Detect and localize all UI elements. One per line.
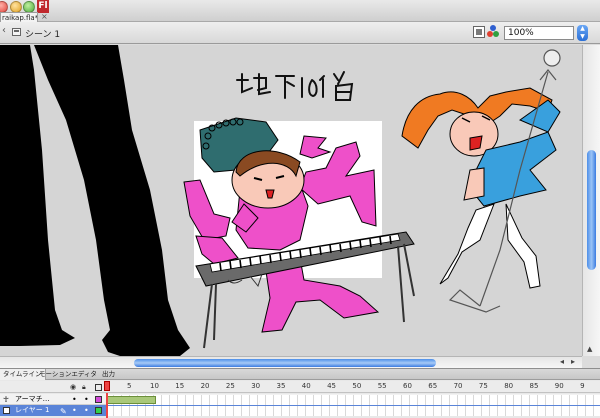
document-tab[interactable]: raikap.fla*: [0, 12, 38, 22]
singer-character-drawing[interactable]: [401, 49, 561, 313]
horizontal-scroll-thumb[interactable]: [134, 359, 436, 367]
frame-number-label: 90: [554, 382, 564, 390]
frame-ruler[interactable]: 1510152025303540455055606570758085909: [0, 381, 600, 393]
layer-icon: [3, 407, 10, 414]
black-legs-drawing[interactable]: [0, 45, 190, 356]
vertical-scrollbar[interactable]: ▲: [582, 45, 600, 356]
layer-name[interactable]: アーマチ…: [15, 394, 50, 405]
scene-label[interactable]: シーン 1: [25, 27, 60, 40]
frame-number-label: 85: [529, 382, 539, 390]
pencil-icon: ✎: [60, 407, 67, 416]
tab-output[interactable]: 出力: [99, 369, 118, 380]
layer-outline-color-swatch[interactable]: [95, 407, 102, 414]
timeline-header: ◉ 🔒︎ 15101520253035404550556065707580859…: [0, 381, 600, 393]
frame-number-label: 10: [150, 382, 159, 390]
playhead-line: [106, 393, 108, 418]
scroll-left-icon[interactable]: ◂: [560, 357, 564, 366]
frame-number-label: 75: [478, 382, 488, 390]
layer-outline-color-swatch[interactable]: [95, 396, 102, 403]
visibility-dot-icon[interactable]: •: [72, 394, 77, 405]
frame-number-label: 25: [225, 382, 235, 390]
frame-number-label: 35: [276, 382, 286, 390]
frame-number-label: 40: [301, 382, 311, 390]
frame-number-label: 50: [352, 382, 362, 390]
back-arrow-icon[interactable]: ‹: [2, 25, 6, 36]
document-tab-close-icon[interactable]: ×: [41, 12, 48, 22]
frame-number-label: 9: [580, 382, 585, 390]
timeline-panel: タイムライン モーションエディタ 出力 ◉ 🔒︎ 151015202530354…: [0, 368, 600, 418]
layer-name[interactable]: レイヤー 1: [15, 405, 49, 416]
playhead-handle[interactable]: [104, 381, 110, 391]
stage-pasteboard[interactable]: [0, 45, 582, 356]
frame-number-label: 15: [175, 382, 185, 390]
scroll-right-icon[interactable]: ▸: [571, 357, 575, 366]
vertical-scroll-thumb[interactable]: [587, 150, 596, 270]
frame-number-label: 55: [377, 382, 387, 390]
horizontal-scrollbar[interactable]: ◂ ▸: [0, 356, 582, 368]
frame-cells-armature[interactable]: [106, 395, 600, 405]
tab-motion-editor[interactable]: モーションエディタ: [36, 369, 100, 380]
frame-number-label: 45: [327, 382, 337, 390]
frame-span[interactable]: [106, 396, 156, 404]
zoom-input[interactable]: 100%: [504, 26, 574, 40]
frame-number-label: 65: [428, 382, 438, 390]
frame-number-label: 80: [504, 382, 514, 390]
edit-symbols-icon[interactable]: [487, 25, 501, 39]
visibility-dot-icon[interactable]: •: [72, 405, 77, 416]
panel-tab-bar: タイムライン モーションエディタ 出力: [0, 369, 600, 380]
scene-icon: [12, 28, 21, 36]
lock-dot-icon[interactable]: •: [84, 405, 89, 416]
frame-number-label: 30: [251, 382, 261, 390]
edit-bar: ‹ シーン 1 100% ▲ ▼: [0, 22, 600, 44]
armature-layer-icon: ☥: [3, 395, 9, 404]
frame-number-label: 60: [403, 382, 412, 390]
handwritten-title-drawing[interactable]: [236, 71, 354, 101]
title-bar: Fl raikap.fla* ×: [0, 0, 600, 22]
lock-dot-icon[interactable]: •: [84, 394, 89, 405]
stage-canvas[interactable]: [0, 45, 582, 356]
zoom-dropdown-button[interactable]: ▲ ▼: [577, 25, 588, 41]
edit-scene-icon[interactable]: [473, 26, 485, 38]
frame-number-label: 5: [127, 382, 132, 390]
scroll-arrows-icon[interactable]: ▲: [587, 345, 592, 353]
frame-number-label: 70: [453, 382, 463, 390]
flash-authoring-window: Fl raikap.fla* × ‹ シーン 1 100% ▲ ▼ ▲ ◂ ▸ …: [0, 0, 600, 418]
frame-cells-layer-1[interactable]: [106, 406, 600, 416]
frame-number-label: 20: [200, 382, 210, 390]
